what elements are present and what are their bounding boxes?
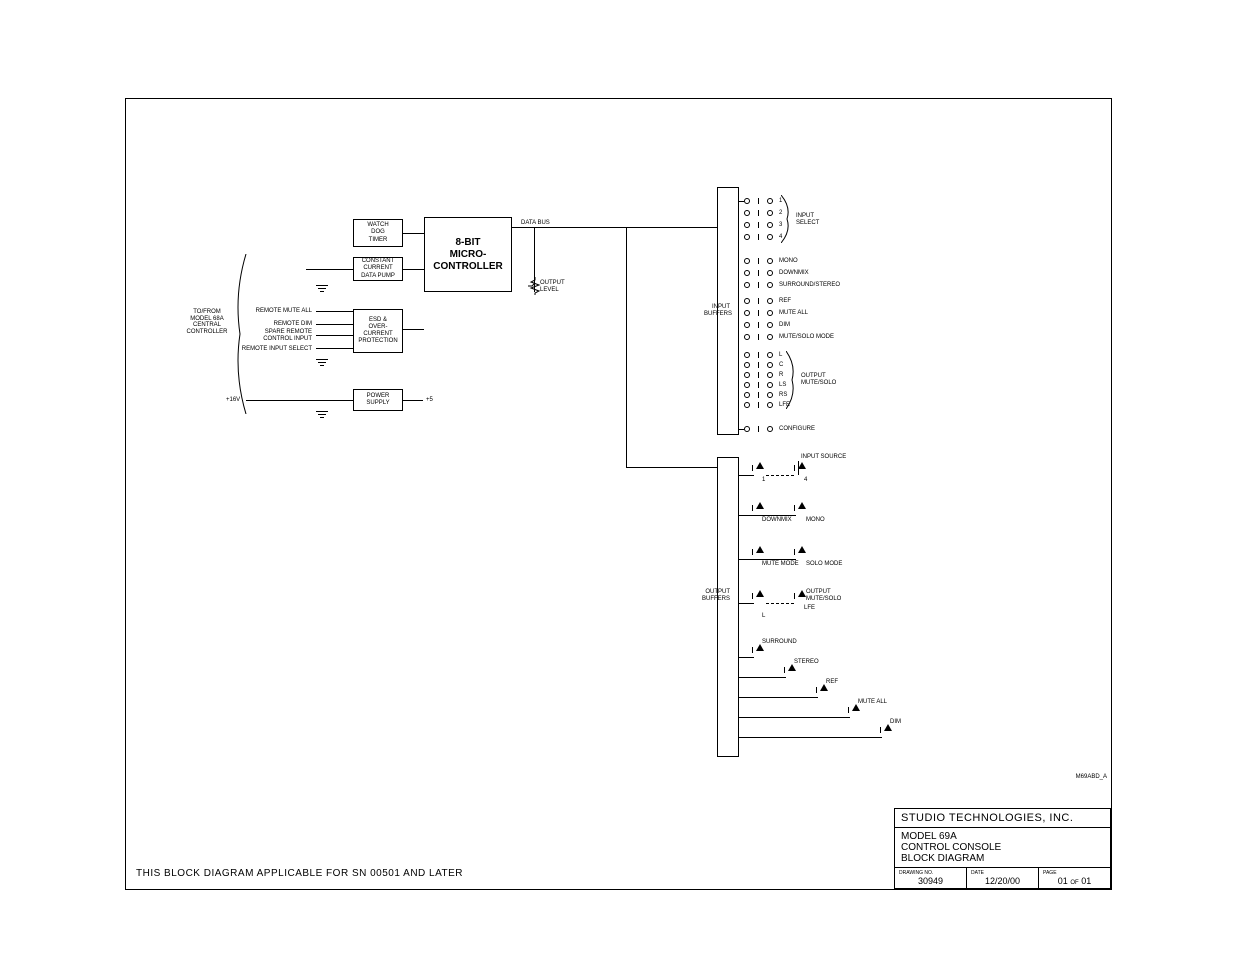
led-downmix <box>752 505 764 511</box>
led-solo-mode <box>794 549 806 555</box>
led-ref-label: REF <box>826 679 838 686</box>
led-l-label: L <box>762 613 765 620</box>
company-name: STUDIO TECHNOLOGIES, INC. <box>895 809 1110 828</box>
led-mute-mode <box>752 549 764 555</box>
v5-label: +5 <box>426 397 433 404</box>
switch-downmix: DOWNMIX <box>744 269 809 277</box>
psu-block: POWERSUPPLY <box>353 389 403 411</box>
output-buffers-block <box>717 457 739 757</box>
file-id: M69ABD_A <box>1076 774 1107 781</box>
bracket-icon <box>234 254 248 414</box>
tofrom-label: TO/FROMMODEL 68ACENTRALCONTROLLER <box>179 309 235 335</box>
bracket-icon <box>781 195 793 243</box>
led-mono-label: MONO <box>806 517 825 524</box>
drawing-frame: TO/FROMMODEL 68ACENTRALCONTROLLER REMOTE… <box>125 98 1112 890</box>
led-ch-lfe <box>794 593 806 599</box>
led-4-label: 4 <box>804 477 807 484</box>
input-select-label: INPUTSELECT <box>796 213 819 226</box>
led-downmix-label: DOWNMIX <box>762 517 792 524</box>
drawing-no-value: 30949 <box>899 876 962 886</box>
ground-icon <box>316 411 328 421</box>
bracket-icon <box>786 351 798 409</box>
output-buffers-label: OUTPUTBUFFERS <box>702 589 730 602</box>
led-mute-all-label: MUTE ALL <box>858 699 887 706</box>
led-ch-l <box>752 593 764 599</box>
led-ref <box>816 687 828 693</box>
page: TO/FROMMODEL 68ACENTRALCONTROLLER REMOTE… <box>0 0 1235 954</box>
title-line-3: BLOCK DIAGRAM <box>901 853 1104 864</box>
input-source-label: INPUT SOURCE <box>801 454 846 461</box>
switch-ch-rs: RS <box>744 391 787 399</box>
switch-input-4: 4 <box>744 233 782 241</box>
ccdp-block: CONSTANTCURRENTDATA PUMP <box>353 257 403 281</box>
input-buffers-label: INPUTBUFFERS <box>704 304 730 317</box>
switch-ch-l: L <box>744 351 782 359</box>
switch-ch-c: C <box>744 361 783 369</box>
switch-input-1: 1 <box>744 197 782 205</box>
led-mono <box>794 505 806 511</box>
led-input-4 <box>794 465 806 471</box>
ground-icon <box>316 359 328 369</box>
switch-ch-ls: LS <box>744 381 786 389</box>
led-surround-label: SURROUND <box>762 639 797 646</box>
led-lfe-label: LFE <box>804 605 815 612</box>
led-1-label: 1 <box>762 477 765 484</box>
led-solo-mode-label: SOLO MODE <box>806 561 842 568</box>
switch-ref: REF <box>744 297 791 305</box>
led-mute-mode-label: MUTE MODE <box>762 561 799 568</box>
switch-configure: CONFIGURE <box>744 425 815 433</box>
switch-surround-stereo: SURROUND/STEREO <box>744 281 840 289</box>
switch-mute-solo-mode: MUTE/SOLO MODE <box>744 333 834 341</box>
title-line-1: MODEL 69A <box>901 831 1104 842</box>
led-dim-label: DIM <box>890 719 901 726</box>
led-mute-all <box>848 707 860 713</box>
output-level-label: OUTPUTLEVEL <box>540 280 565 293</box>
esd-block: ESD &OVER-CURRENTPROTECTION <box>353 309 403 353</box>
date-value: 12/20/00 <box>971 876 1034 886</box>
switch-ch-r: R <box>744 371 783 379</box>
switch-ch-lfe: LFE <box>744 401 790 409</box>
title-line-2: CONTROL CONSOLE <box>901 842 1104 853</box>
led-stereo-label: STEREO <box>794 659 819 666</box>
watchdog-block: WATCHDOGTIMER <box>353 219 403 247</box>
switch-dim: DIM <box>744 321 790 329</box>
switch-mute-all: MUTE ALL <box>744 309 808 317</box>
mcu-block: 8-BITMICRO-CONTROLLER <box>424 217 512 292</box>
output-level-pot <box>528 277 542 291</box>
switch-mono: MONO <box>744 257 798 265</box>
led-output-mute-solo-label: OUTPUTMUTE/SOLO <box>806 589 841 602</box>
switch-input-2: 2 <box>744 209 782 217</box>
led-stereo <box>784 667 796 673</box>
led-dim <box>880 727 892 733</box>
led-input-1 <box>752 465 764 471</box>
applicable-note: THIS BLOCK DIAGRAM APPLICABLE FOR SN 005… <box>136 868 463 879</box>
led-surround <box>752 647 764 653</box>
data-bus-label: DATA BUS <box>521 220 550 227</box>
output-mute-solo-label: OUTPUTMUTE/SOLO <box>801 373 836 386</box>
page-value: 01 OF 01 <box>1043 876 1106 886</box>
switch-input-3: 3 <box>744 221 782 229</box>
ground-icon <box>316 285 328 295</box>
title-block: STUDIO TECHNOLOGIES, INC. MODEL 69A CONT… <box>894 808 1111 889</box>
